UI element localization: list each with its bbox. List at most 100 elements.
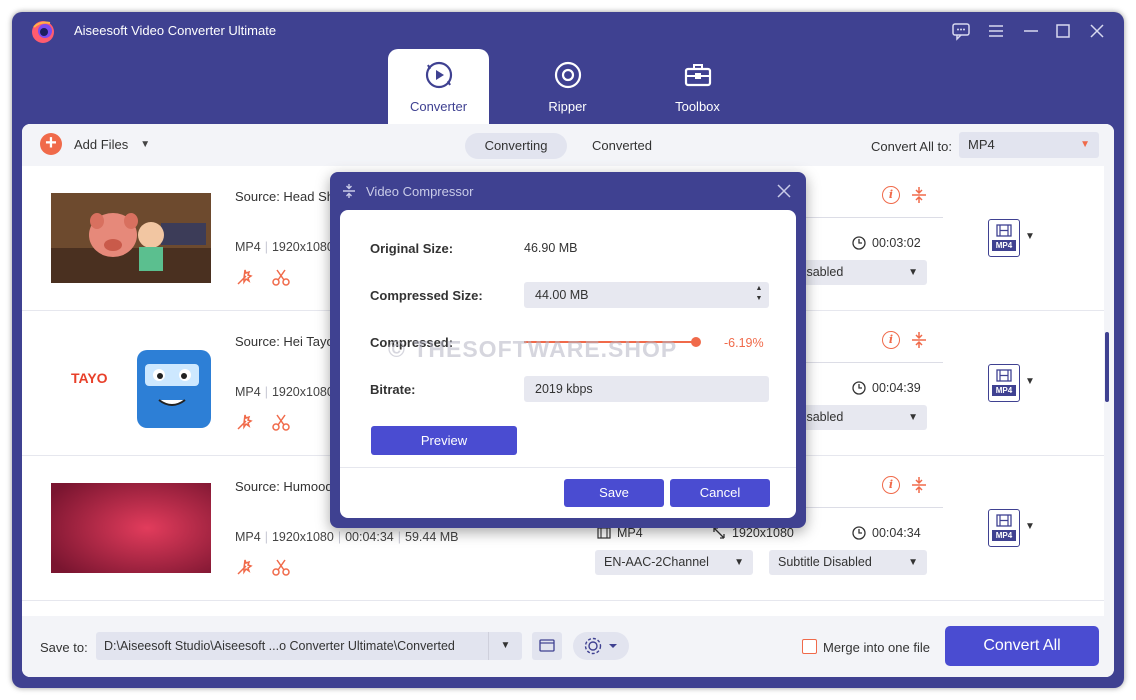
scrollbar-thumb[interactable] (1105, 332, 1109, 402)
minimize-icon[interactable] (1020, 20, 1042, 42)
open-folder-button[interactable] (532, 632, 562, 660)
compress-icon[interactable] (910, 186, 928, 204)
stepper-arrows[interactable]: ▲ ▼ (754, 284, 764, 304)
film-icon (996, 369, 1012, 382)
bitrate-label: Bitrate: (370, 382, 416, 397)
dialog-title: Video Compressor (366, 184, 474, 199)
source-resolution: 1920x1080 (271, 530, 334, 544)
subtitle-select[interactable]: Subtitle Disabled ▼ (769, 550, 927, 575)
video-thumbnail[interactable]: TAYO (51, 338, 211, 428)
save-button[interactable]: Save (564, 479, 664, 507)
convert-all-format-select[interactable]: MP4 ▼ (959, 132, 1099, 158)
output-format-info: MP4 (597, 526, 643, 540)
scissors-icon[interactable] (271, 267, 291, 287)
compressed-size-stepper[interactable]: 44.00 MB ▲ ▼ (524, 282, 769, 308)
convert-all-to-label: Convert All to: (871, 139, 952, 154)
maximize-icon[interactable] (1052, 20, 1074, 42)
add-icon: + (40, 133, 62, 155)
film-icon (996, 514, 1012, 527)
compress-icon[interactable] (910, 331, 928, 349)
chevron-down-icon[interactable]: ▼ (488, 632, 522, 660)
output-resolution: 1920x1080 (712, 526, 794, 540)
original-size-value: 46.90 MB (524, 241, 578, 255)
toolbox-icon (684, 64, 711, 87)
settings-button[interactable] (573, 632, 629, 660)
source-meta: MP4 | 1920x1080 (235, 385, 334, 399)
folder-icon (539, 639, 555, 652)
close-icon[interactable] (1086, 20, 1108, 42)
bitrate-field[interactable]: 2019 kbps (524, 376, 769, 402)
enhance-icon[interactable] (235, 267, 255, 287)
preview-button[interactable]: Preview (371, 426, 517, 455)
chevron-down-icon: ▼ (908, 267, 918, 278)
chevron-down-icon[interactable]: ▼ (140, 139, 150, 150)
output-format-button[interactable]: MP4 (988, 509, 1020, 547)
tab-toolbox[interactable]: Toolbox (647, 49, 748, 125)
merge-checkbox[interactable] (802, 639, 817, 654)
output-format-label: MP4 (992, 385, 1016, 396)
source-filename: Source: Humood (235, 479, 333, 494)
tab-converter[interactable]: Converter (388, 49, 489, 125)
watermark-text: © THESOFTWARE.SHOP (388, 336, 678, 362)
tab-ripper-label: Ripper (548, 99, 587, 114)
info-icon[interactable]: i (882, 331, 900, 349)
compression-slider-handle[interactable] (691, 337, 701, 347)
audio-track-select[interactable]: EN-AAC-2Channel ▼ (595, 550, 753, 575)
scissors-icon[interactable] (271, 557, 291, 577)
film-icon (996, 224, 1012, 237)
output-duration: 00:04:34 (852, 526, 921, 540)
row-tools (235, 412, 291, 432)
row-tools (235, 557, 291, 577)
output-path-value: D:\Aiseesoft Studio\Aiseesoft ...o Conve… (104, 639, 455, 653)
video-thumbnail[interactable] (51, 193, 211, 283)
clock-icon (852, 381, 866, 395)
enhance-icon[interactable] (235, 557, 255, 577)
compress-icon (343, 184, 355, 198)
convert-all-button[interactable]: Convert All (945, 626, 1099, 666)
enhance-icon[interactable] (235, 412, 255, 432)
tab-converting[interactable]: Converting (465, 133, 567, 159)
output-format-label: MP4 (992, 240, 1016, 251)
close-icon[interactable] (774, 181, 794, 201)
cancel-button[interactable]: Cancel (670, 479, 770, 507)
merge-label[interactable]: Merge into one file (823, 640, 930, 655)
chevron-down-icon: ▼ (1080, 139, 1090, 150)
source-format: MP4 (235, 385, 261, 399)
chevron-down-icon[interactable]: ▼ (1025, 231, 1035, 242)
info-icon[interactable]: i (882, 476, 900, 494)
info-icon[interactable]: i (882, 186, 900, 204)
output-format-button[interactable]: MP4 (988, 364, 1020, 402)
output-duration: 00:04:39 (852, 381, 921, 395)
save-to-label: Save to: (40, 640, 88, 655)
chevron-down-icon[interactable]: ▼ (1025, 521, 1035, 532)
toolbar: + Add Files ▼ Converting Converted Conve… (22, 124, 1114, 166)
app-logo-icon (32, 21, 54, 43)
chevron-down-icon: ▼ (908, 557, 918, 568)
list-scrollbar[interactable] (1104, 166, 1114, 616)
output-format-button[interactable]: MP4 (988, 219, 1020, 257)
dialog-divider (340, 467, 796, 468)
video-thumbnail[interactable] (51, 483, 211, 573)
chevron-down-icon[interactable]: ▼ (1025, 376, 1035, 387)
resize-icon (713, 527, 725, 539)
clock-icon (852, 526, 866, 540)
bottom-bar: Save to: D:\Aiseesoft Studio\Aiseesoft .… (22, 616, 1114, 677)
feedback-icon[interactable] (950, 20, 972, 42)
menu-icon[interactable] (985, 20, 1007, 42)
add-files-button[interactable]: + Add Files ▼ (40, 133, 150, 155)
tab-ripper[interactable]: Ripper (517, 49, 618, 125)
row-tools (235, 267, 291, 287)
tab-converted[interactable]: Converted (582, 133, 662, 159)
app-title: Aiseesoft Video Converter Ultimate (74, 23, 277, 38)
svg-text:TAYO: TAYO (71, 370, 108, 386)
add-files-label: Add Files (74, 136, 129, 152)
source-filename: Source: Head Sh (235, 189, 335, 204)
film-icon (597, 527, 611, 539)
source-filename: Source: Hei Tayo (235, 334, 334, 349)
scissors-icon[interactable] (271, 412, 291, 432)
clock-icon (852, 236, 866, 250)
row-actions: i (882, 331, 928, 349)
tab-converter-label: Converter (409, 99, 468, 114)
output-path-select[interactable]: D:\Aiseesoft Studio\Aiseesoft ...o Conve… (96, 632, 522, 660)
compress-icon[interactable] (910, 476, 928, 494)
